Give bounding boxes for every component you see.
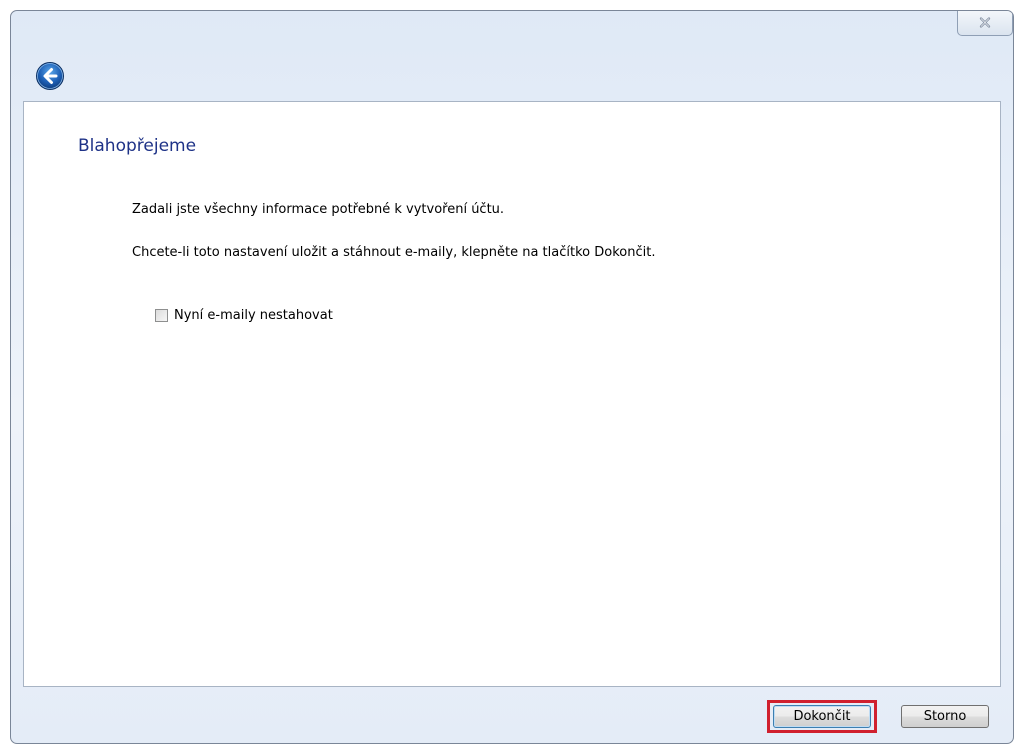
back-button[interactable] — [35, 61, 65, 91]
content-panel: Blahopřejeme Zadali jste všechny informa… — [23, 101, 1001, 687]
back-arrow-icon — [36, 62, 64, 90]
page-title: Blahopřejeme — [78, 136, 197, 156]
button-bar: Dokončit Storno — [23, 687, 1001, 733]
dont-download-checkbox-row[interactable]: Nyní e-maily nestahovat — [155, 308, 333, 323]
dialog-window: Blahopřejeme Zadali jste všechny informa… — [10, 10, 1014, 744]
close-icon — [979, 17, 991, 28]
info-text-instruction: Chcete-li toto nastavení uložit a stáhno… — [132, 245, 656, 260]
finish-button[interactable]: Dokončit — [773, 705, 871, 728]
cancel-button[interactable]: Storno — [901, 705, 989, 728]
title-bar — [11, 11, 1013, 101]
info-text-complete: Zadali jste všechny informace potřebné k… — [132, 202, 505, 217]
close-button[interactable] — [957, 11, 1013, 36]
dont-download-label[interactable]: Nyní e-maily nestahovat — [174, 308, 333, 323]
dont-download-checkbox[interactable] — [155, 309, 168, 322]
